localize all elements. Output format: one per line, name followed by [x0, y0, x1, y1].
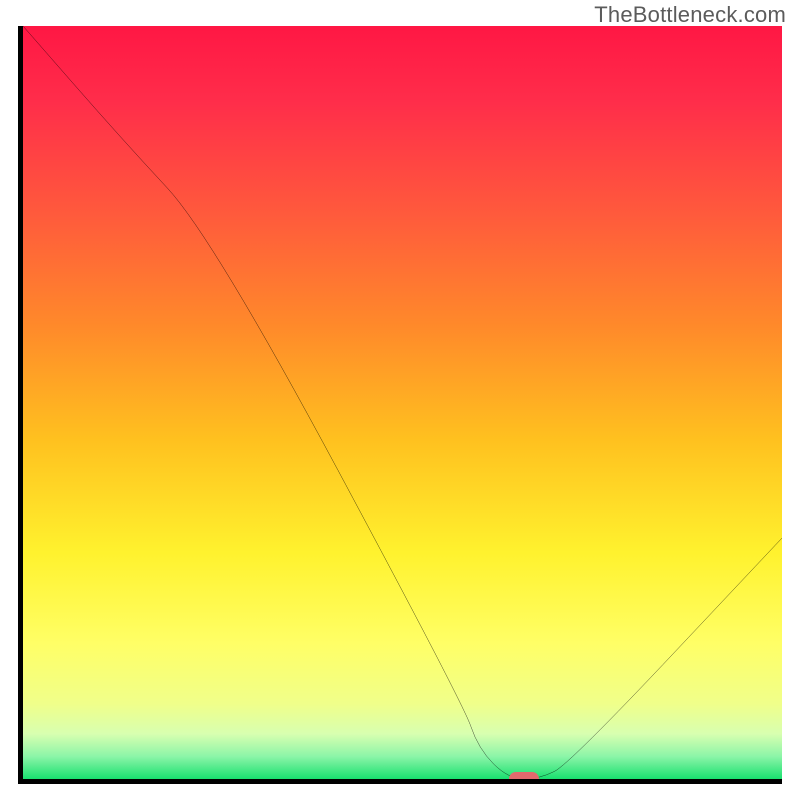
- chart-background-gradient: [23, 26, 782, 779]
- chart-plot-area: [18, 26, 782, 784]
- optimal-point-marker: [509, 772, 539, 784]
- watermark-text: TheBottleneck.com: [594, 2, 786, 28]
